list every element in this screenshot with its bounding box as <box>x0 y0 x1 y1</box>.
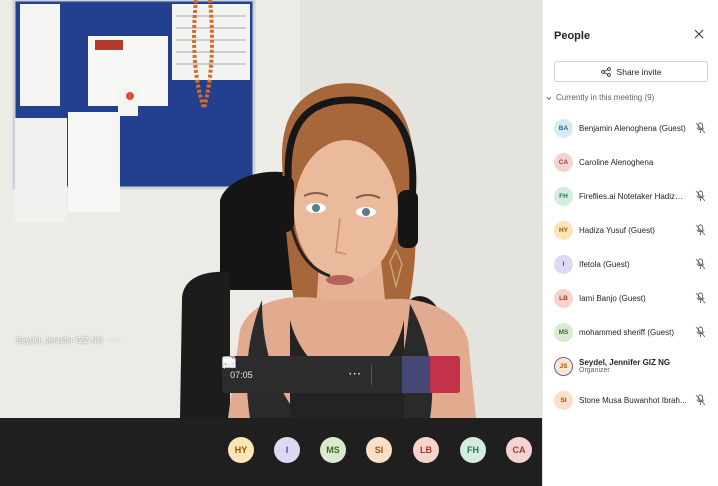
participant-row[interactable]: LB Iami Banjo (Guest) <box>554 286 714 310</box>
share-screen-button[interactable] <box>222 356 342 393</box>
main-video: Seydel, Jennifer GIZ NG ··· 07:05 ··· <box>0 0 542 418</box>
mic-muted-icon <box>695 122 706 134</box>
participant-avatar: JS <box>554 356 573 376</box>
mic-muted-icon <box>695 292 706 304</box>
more-actions-icon: ··· <box>348 369 362 380</box>
meeting-section-header[interactable]: Currently in this meeting (9) <box>546 93 654 102</box>
participant-role: Organizer <box>579 367 610 374</box>
participant-avatar: BA <box>554 118 573 138</box>
participant-name: Stone Musa Buwanhot Ibrah... <box>579 395 687 405</box>
participant-name: mohammed sheriff (Guest) <box>579 327 674 337</box>
microphone-off-button[interactable] <box>222 356 314 393</box>
participant-avatar: I <box>554 254 573 274</box>
participant-row[interactable]: BA Benjamin Alenoghena (Guest) <box>554 116 714 140</box>
people-panel: People Share invite Currently in this me… <box>542 0 718 486</box>
meeting-timer: 07:05 <box>230 369 253 380</box>
share-icon <box>600 66 611 77</box>
camera-off-button[interactable] <box>222 356 286 393</box>
participant-row[interactable]: JS Seydel, Jennifer GIZ NG Organizer <box>554 354 714 378</box>
participant-avatar: FH <box>554 186 573 206</box>
participant-row[interactable]: CA Caroline Alenoghena <box>554 150 714 174</box>
participant-avatar: HY <box>554 220 573 240</box>
mic-muted-icon <box>695 258 706 270</box>
strip-avatar[interactable]: LB <box>413 437 439 463</box>
hang-up-button[interactable] <box>223 356 460 393</box>
participant-name: Iami Banjo (Guest) <box>579 293 646 303</box>
show-participants-button[interactable] <box>222 356 431 393</box>
phone-hang-up-icon <box>223 358 235 363</box>
panel-title: People <box>554 30 591 42</box>
controls-divider <box>371 364 373 385</box>
participant-avatar: LB <box>554 288 573 308</box>
strip-avatar[interactable]: FH <box>460 437 486 463</box>
participant-row[interactable]: I Ifetola (Guest) <box>554 252 714 276</box>
strip-avatar[interactable]: CA <box>506 437 532 463</box>
speaker-name-tag: Seydel, Jennifer GIZ NG ··· <box>16 335 121 345</box>
participant-name: Seydel, Jennifer GIZ NG <box>579 358 671 367</box>
participant-row[interactable]: SI Stone Musa Buwanhot Ibrah... <box>554 388 714 412</box>
share-invite-button[interactable]: Share invite <box>554 61 708 82</box>
participant-name: Benjamin Alenoghena (Guest) <box>579 123 686 133</box>
meeting-controls: 07:05 ··· <box>222 356 460 393</box>
participant-row[interactable]: MS mohammed sheriff (Guest) <box>554 320 714 344</box>
strip-avatar[interactable]: I <box>274 437 300 463</box>
strip-avatar[interactable]: HY <box>228 437 254 463</box>
participant-avatar: MS <box>554 322 573 342</box>
participant-name: Ifetola (Guest) <box>579 259 630 269</box>
participant-name: Hadiza Yusuf (Guest) <box>579 225 655 235</box>
more-options-icon[interactable]: ··· <box>109 335 121 345</box>
participant-strip: HY I MS SI LB FH CA <box>0 418 542 486</box>
more-actions-button[interactable]: ··· <box>341 356 369 393</box>
close-icon[interactable] <box>693 28 705 40</box>
share-invite-label: Share invite <box>616 66 662 77</box>
strip-avatar[interactable]: MS <box>320 437 346 463</box>
chat-button[interactable] <box>222 356 402 393</box>
strip-avatar[interactable]: SI <box>366 437 392 463</box>
speaker-name: Seydel, Jennifer GIZ NG <box>16 335 104 345</box>
participant-avatar: CA <box>554 152 573 172</box>
mic-muted-icon <box>695 224 706 236</box>
mic-muted-icon <box>695 326 706 338</box>
meeting-section-label: Currently in this meeting (9) <box>556 93 655 102</box>
mic-muted-icon <box>695 190 706 202</box>
participant-row[interactable]: HY Hadiza Yusuf (Guest) <box>554 218 714 242</box>
participant-name: Caroline Alenoghena <box>579 157 654 167</box>
chevron-down-icon <box>546 96 552 100</box>
participant-avatar: SI <box>554 390 573 410</box>
participant-row[interactable]: FH Fireflies.ai Notetaker Hadiza ... <box>554 184 714 208</box>
mic-muted-icon <box>695 394 706 406</box>
participant-name: Fireflies.ai Notetaker Hadiza ... <box>579 191 687 201</box>
